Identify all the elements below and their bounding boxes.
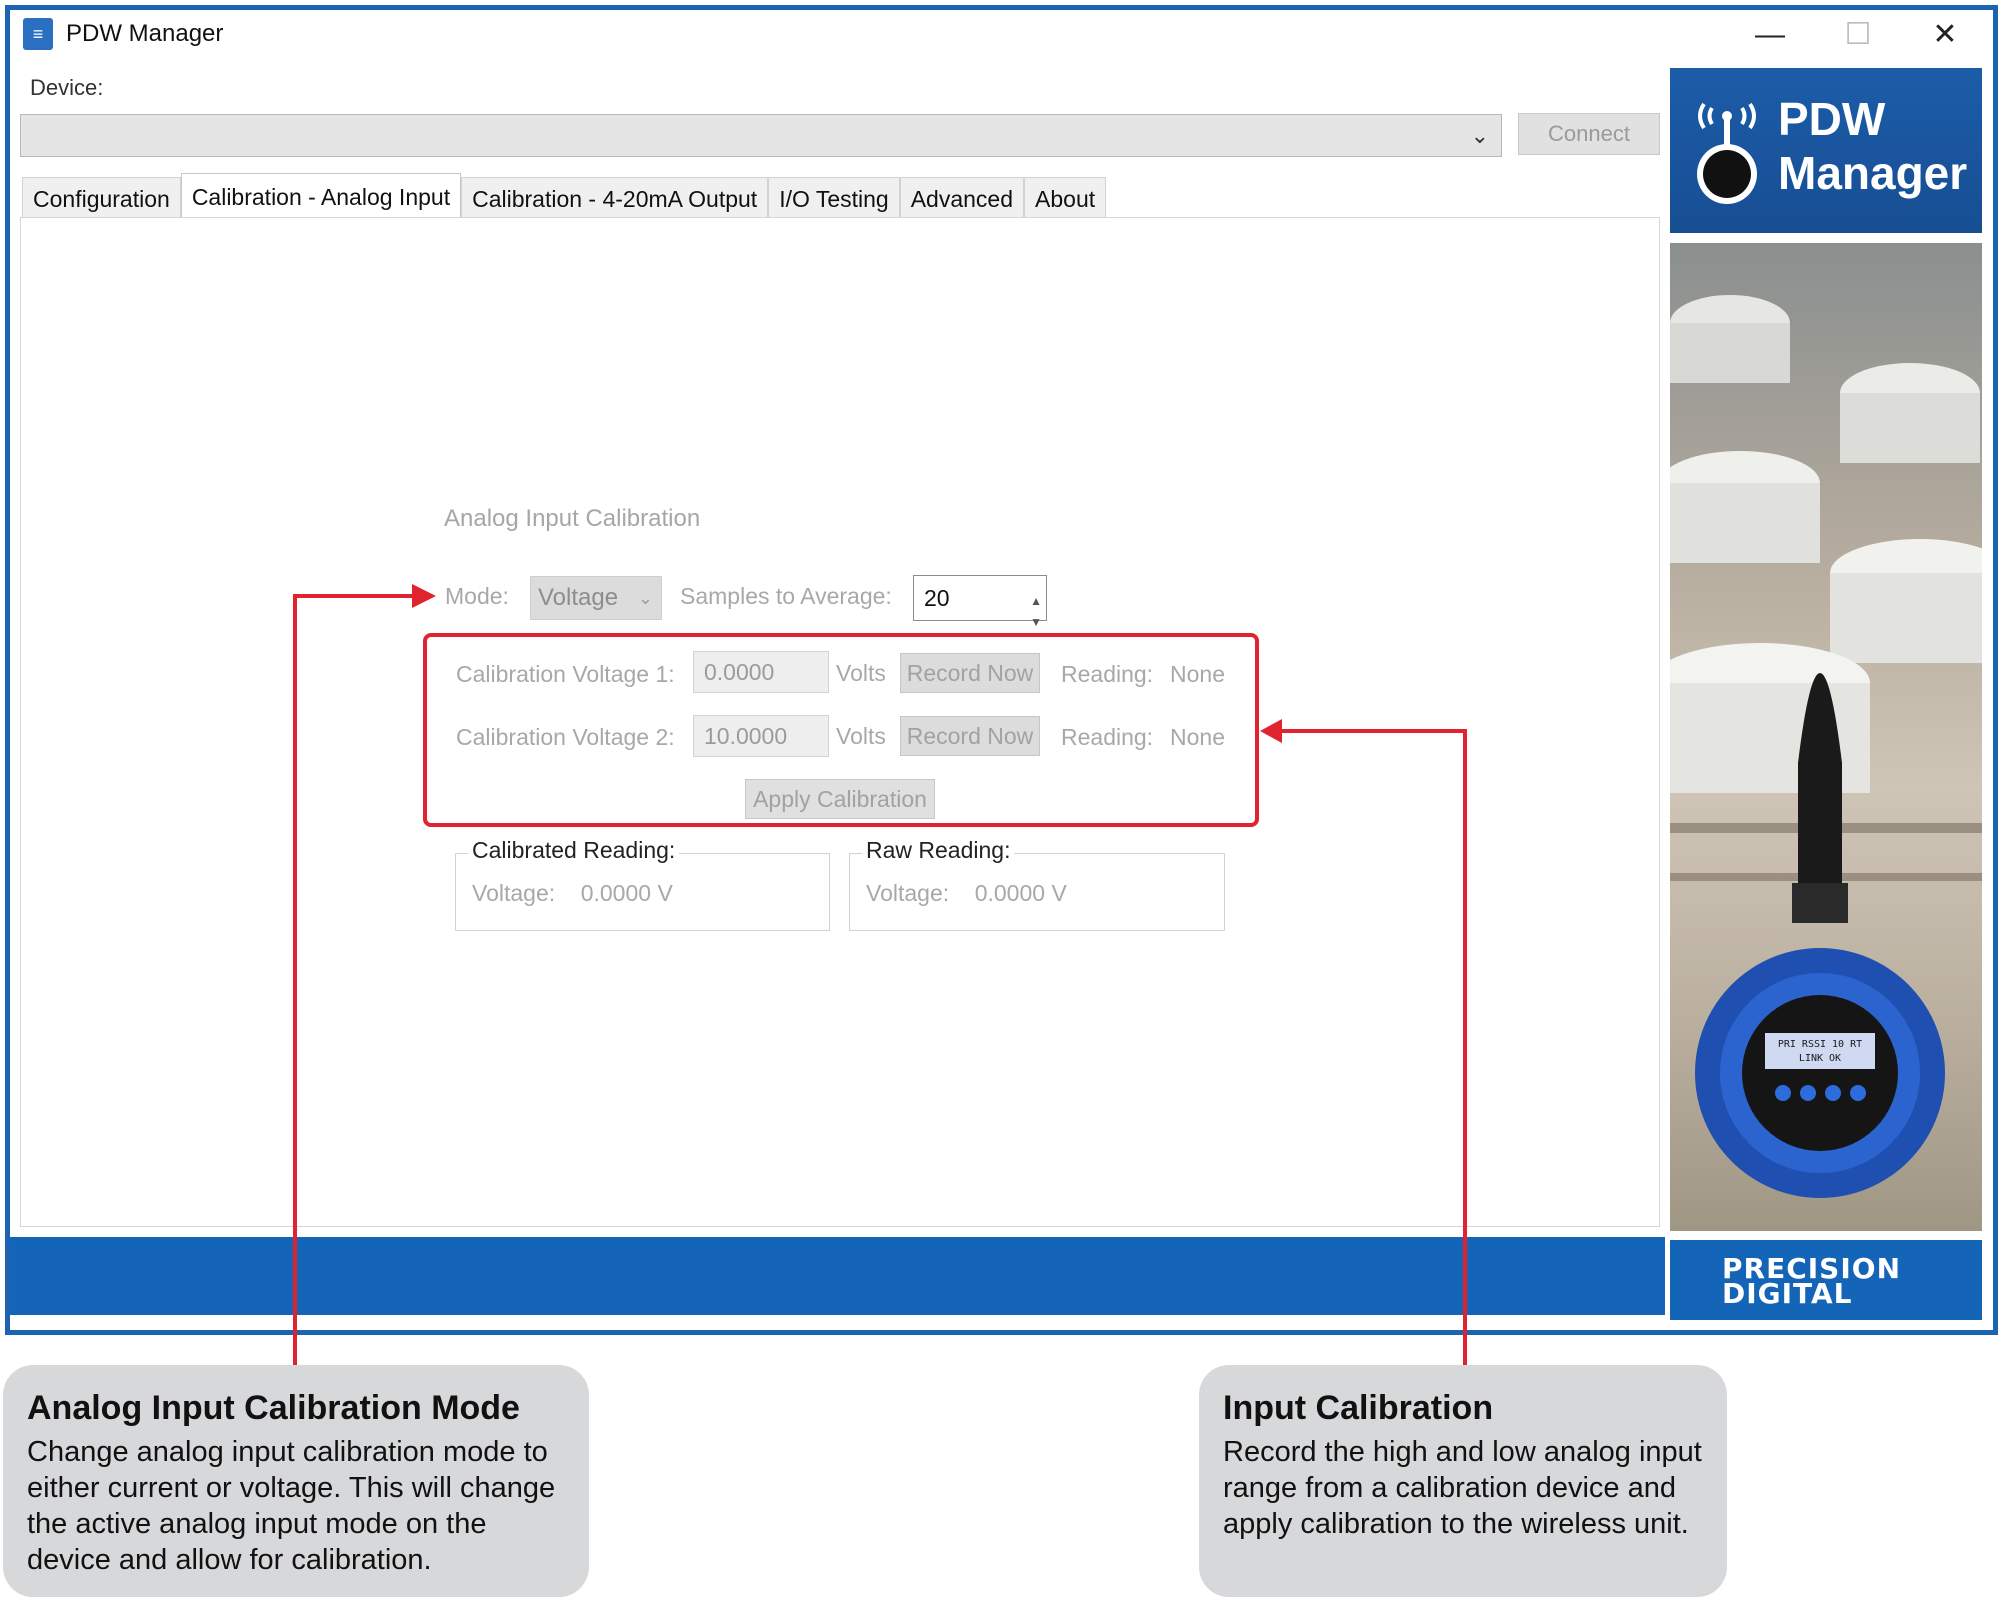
annotation-arrows	[293, 584, 1467, 1365]
callout-title: Analog Input Calibration Mode	[27, 1389, 520, 1427]
callout-body: Record the high and low analog input ran…	[1223, 1436, 1702, 1540]
callout-body: Change analog input calibration mode to …	[27, 1436, 556, 1576]
callout-title: Input Calibration	[1223, 1389, 1494, 1427]
callout-calibration-mode: Analog Input Calibration Mode Change ana…	[3, 1365, 589, 1597]
callout-input-calibration: Input Calibration Record the high and lo…	[1199, 1365, 1727, 1597]
